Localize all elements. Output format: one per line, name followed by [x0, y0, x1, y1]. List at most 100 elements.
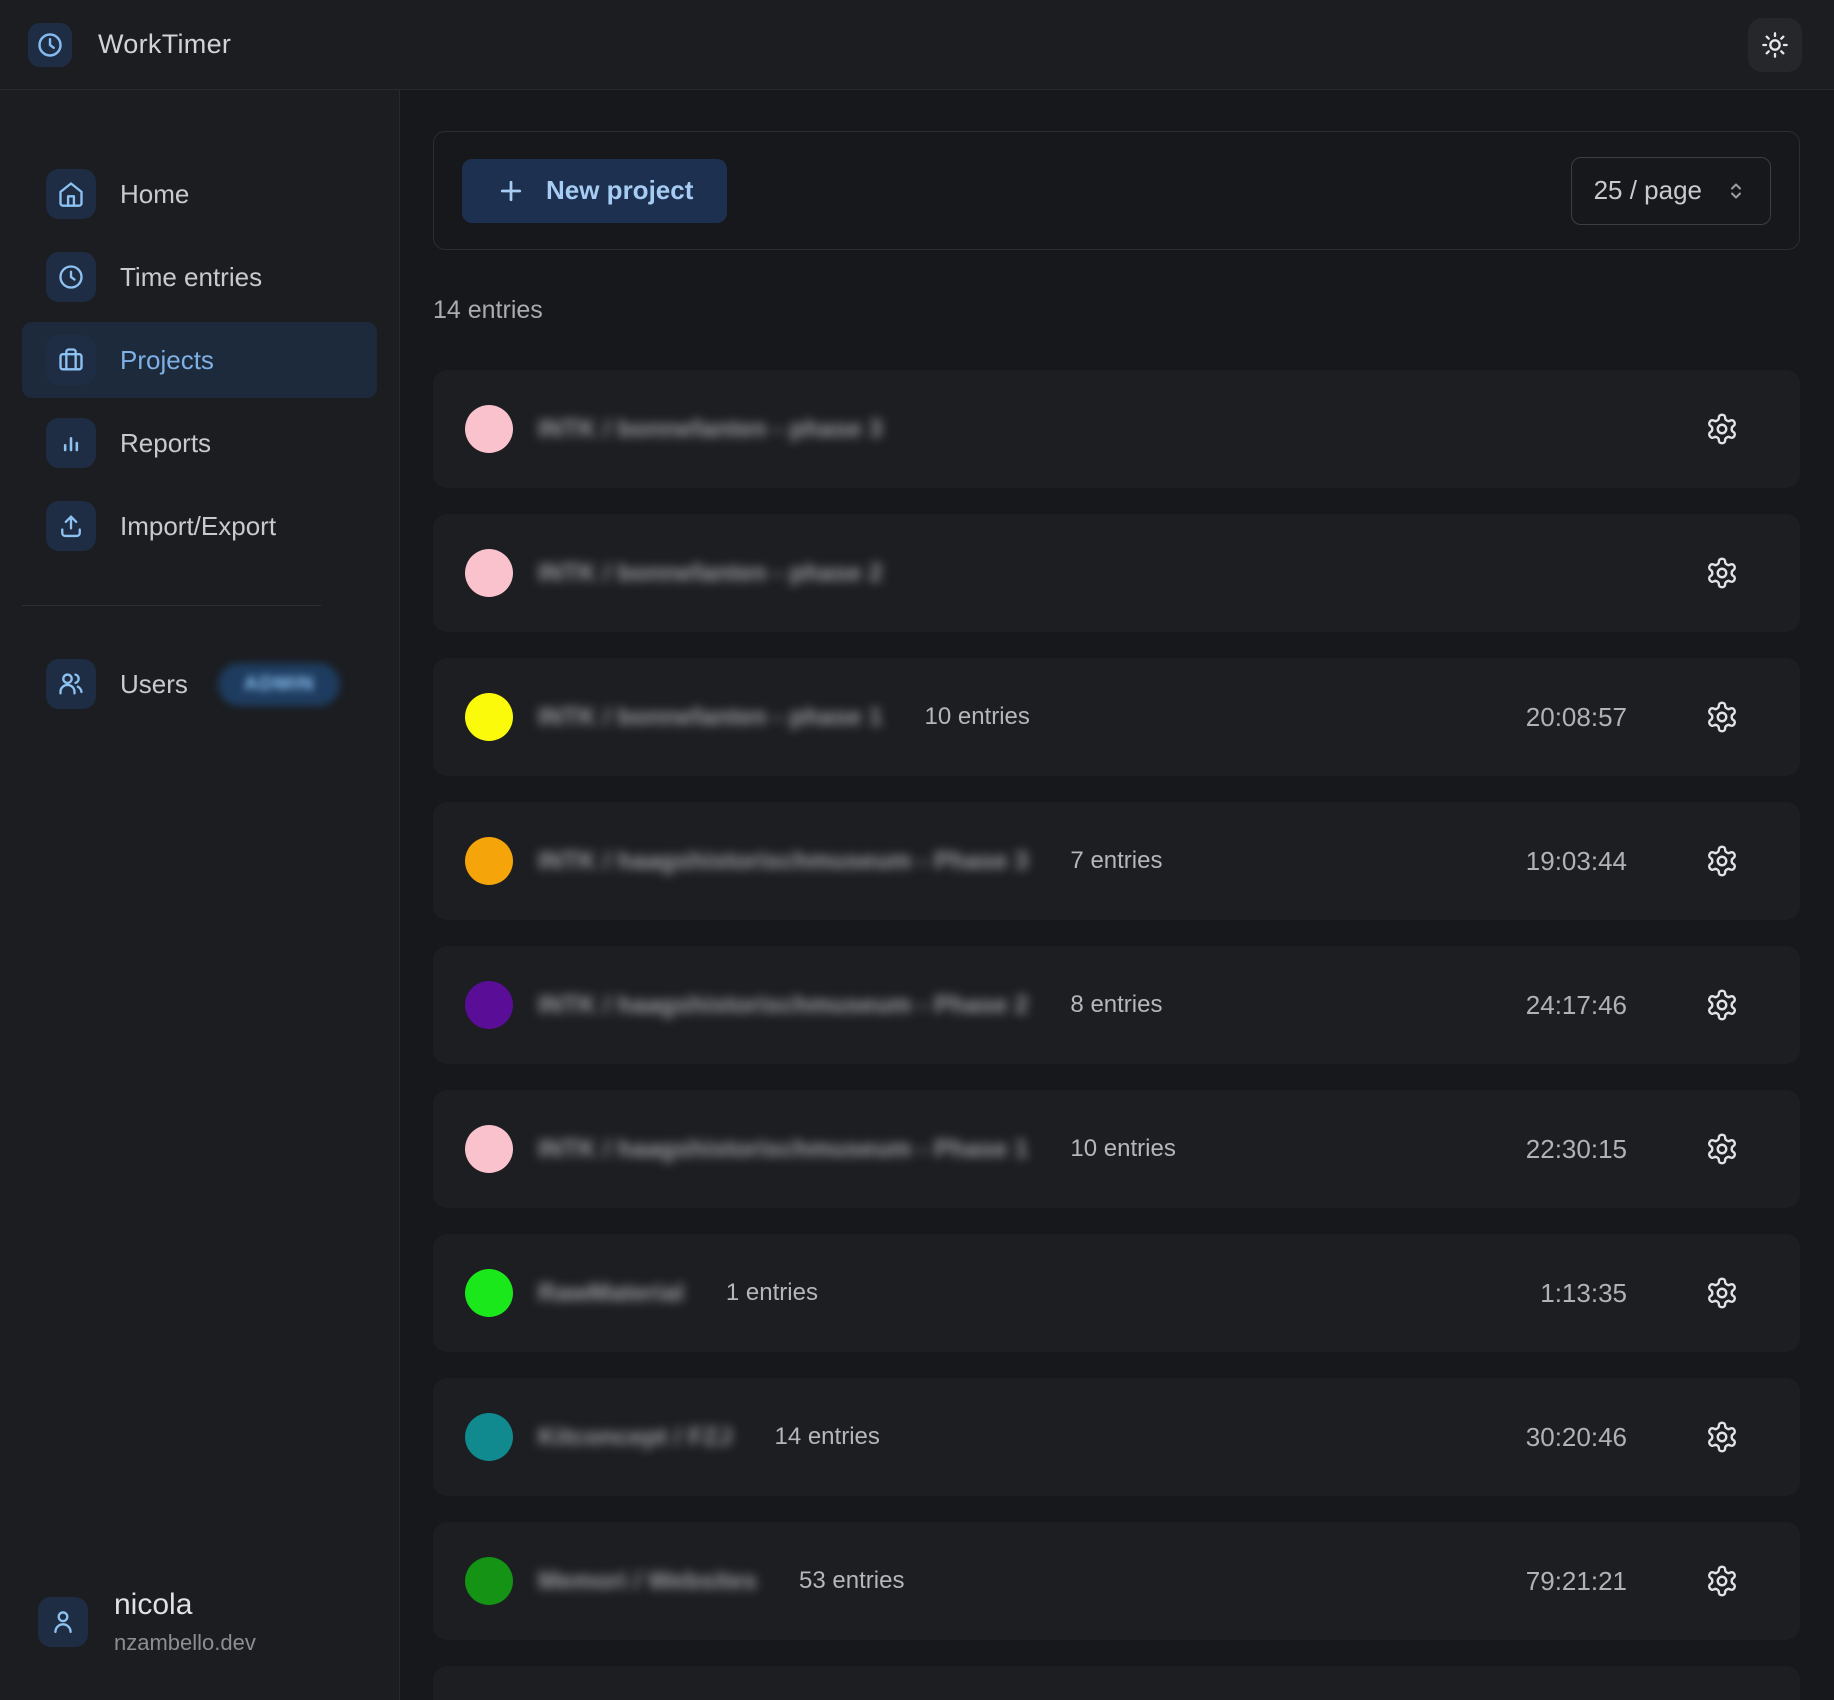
sidebar-divider — [22, 605, 321, 606]
briefcase-icon — [46, 335, 96, 385]
upload-icon — [46, 501, 96, 551]
sidebar-item-home[interactable]: Home — [22, 156, 377, 232]
project-color-dot — [465, 981, 513, 1029]
page-size-value: 25 / page — [1594, 175, 1702, 206]
top-bar: WorkTimer — [0, 0, 1834, 90]
app-shell: Home Time entries Projects Reports Impor… — [0, 90, 1834, 1700]
sidebar-item-label: Reports — [120, 428, 211, 459]
worktimer-app: WorkTimer Home Time entries Projects Rep… — [0, 0, 1834, 1700]
project-name: INTK / bonnefanten - phase 2 — [538, 559, 882, 588]
project-settings-button[interactable] — [1704, 1563, 1740, 1599]
app-title: WorkTimer — [98, 29, 231, 60]
project-entries-count: 7 entries — [1070, 847, 1162, 875]
user-name: nicola — [114, 1588, 256, 1622]
gear-icon — [1705, 556, 1739, 590]
sidebar-item-import-export[interactable]: Import/Export — [22, 488, 377, 564]
project-color-dot — [465, 405, 513, 453]
admin-badge: ADMIN — [218, 663, 341, 706]
project-total-time: 30:20:46 — [1526, 1422, 1627, 1453]
project-color-dot — [465, 549, 513, 597]
clock-logo-icon — [36, 31, 64, 59]
project-name: RawMaterial — [538, 1279, 684, 1308]
project-entries-count: 1 entries — [726, 1279, 818, 1307]
user-domain: nzambello.dev — [114, 1630, 256, 1656]
new-project-label: New project — [546, 175, 693, 206]
project-total-time: 19:03:44 — [1526, 846, 1627, 877]
project-color-dot — [465, 693, 513, 741]
project-row[interactable]: Memori / Websites 53 entries 79:21:21 — [433, 1522, 1800, 1640]
project-entries-count: 14 entries — [774, 1423, 879, 1451]
gear-icon — [1705, 700, 1739, 734]
project-name: INTK / haagshistorischmuseum - Phase 3 — [538, 847, 1028, 876]
project-entries-count: 53 entries — [799, 1567, 904, 1595]
user-meta: nicola nzambello.dev — [114, 1588, 256, 1656]
projects-toolbar: New project 25 / page — [433, 131, 1800, 250]
project-total-time: 22:30:15 — [1526, 1134, 1627, 1165]
project-settings-button[interactable] — [1704, 1275, 1740, 1311]
gear-icon — [1705, 1564, 1739, 1598]
sidebar-item-label: Projects — [120, 345, 214, 376]
entries-count: 14 entries — [433, 296, 1800, 325]
project-total-time: 1:13:35 — [1540, 1278, 1627, 1309]
project-settings-button[interactable] — [1704, 1131, 1740, 1167]
users-icon — [46, 659, 96, 709]
project-row[interactable]: Kitconcept / FZJ 14 entries 30:20:46 — [433, 1378, 1800, 1496]
project-row[interactable]: INTK / bonnefanten - phase 1 10 entries … — [433, 658, 1800, 776]
sidebar-item-label: Home — [120, 179, 189, 210]
sidebar-item-label: Import/Export — [120, 511, 276, 542]
project-total-time: 24:17:46 — [1526, 990, 1627, 1021]
new-project-button[interactable]: New project — [462, 159, 727, 223]
clock-icon — [46, 252, 96, 302]
project-row[interactable] — [433, 1666, 1800, 1700]
project-total-time: 79:21:21 — [1526, 1566, 1627, 1597]
project-total-time: 20:08:57 — [1526, 702, 1627, 733]
project-settings-button[interactable] — [1704, 411, 1740, 447]
project-settings-button[interactable] — [1704, 555, 1740, 591]
project-settings-button[interactable] — [1704, 843, 1740, 879]
project-row[interactable]: RawMaterial 1 entries 1:13:35 — [433, 1234, 1800, 1352]
project-name: INTK / haagshistorischmuseum - Phase 1 — [538, 1135, 1028, 1164]
plus-icon — [496, 176, 526, 206]
project-row[interactable]: INTK / haagshistorischmuseum - Phase 3 7… — [433, 802, 1800, 920]
theme-toggle-button[interactable] — [1748, 18, 1802, 72]
project-row[interactable]: INTK / bonnefanten - phase 2 — [433, 514, 1800, 632]
sidebar-spacer — [22, 729, 377, 1588]
project-entries-count: 8 entries — [1070, 991, 1162, 1019]
project-settings-button[interactable] — [1704, 699, 1740, 735]
sidebar-item-reports[interactable]: Reports — [22, 405, 377, 481]
project-settings-button[interactable] — [1704, 1419, 1740, 1455]
project-name: INTK / bonnefanten - phase 3 — [538, 415, 882, 444]
project-settings-button[interactable] — [1704, 987, 1740, 1023]
project-color-dot — [465, 1557, 513, 1605]
project-entries-count: 10 entries — [1070, 1135, 1175, 1163]
app-logo — [28, 23, 72, 67]
bar-chart-icon — [46, 418, 96, 468]
gear-icon — [1705, 412, 1739, 446]
project-name: INTK / haagshistorischmuseum - Phase 2 — [538, 991, 1028, 1020]
project-color-dot — [465, 1269, 513, 1317]
gear-icon — [1705, 1276, 1739, 1310]
main-content: New project 25 / page 14 entries INTK / … — [400, 90, 1834, 1700]
page-size-select[interactable]: 25 / page — [1571, 157, 1771, 225]
projects-list: INTK / bonnefanten - phase 3 INTK / bonn… — [433, 370, 1800, 1700]
project-name: INTK / bonnefanten - phase 1 — [538, 703, 882, 732]
user-icon — [38, 1597, 88, 1647]
gear-icon — [1705, 1132, 1739, 1166]
sidebar-item-label: Time entries — [120, 262, 262, 293]
project-row[interactable]: INTK / haagshistorischmuseum - Phase 2 8… — [433, 946, 1800, 1064]
sun-icon — [1761, 31, 1789, 59]
sidebar-item-users[interactable]: Users ADMIN — [22, 646, 377, 722]
gear-icon — [1705, 844, 1739, 878]
sidebar-item-time-entries[interactable]: Time entries — [22, 239, 377, 315]
current-user[interactable]: nicola nzambello.dev — [22, 1588, 377, 1656]
project-name: Memori / Websites — [538, 1567, 757, 1596]
project-color-dot — [465, 837, 513, 885]
project-row[interactable]: INTK / bonnefanten - phase 3 — [433, 370, 1800, 488]
gear-icon — [1705, 988, 1739, 1022]
sidebar-item-projects[interactable]: Projects — [22, 322, 377, 398]
project-row[interactable]: INTK / haagshistorischmuseum - Phase 1 1… — [433, 1090, 1800, 1208]
project-color-dot — [465, 1413, 513, 1461]
project-color-dot — [465, 1125, 513, 1173]
sidebar: Home Time entries Projects Reports Impor… — [0, 90, 400, 1700]
home-icon — [46, 169, 96, 219]
